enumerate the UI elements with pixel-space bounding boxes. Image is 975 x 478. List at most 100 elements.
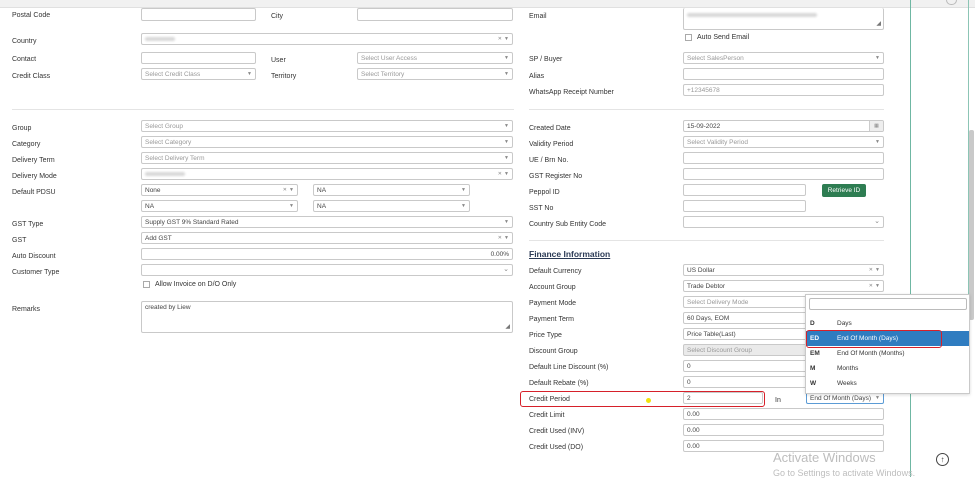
validity-period-select[interactable]: Select Validity Period ▼ [683,136,884,148]
dropdown-option-days[interactable]: D Days [806,316,969,331]
salesperson-placeholder: Select SalesPerson [687,55,744,62]
territory-placeholder: Select Territory [361,71,405,78]
resize-handle-icon[interactable]: ◢ [876,20,881,29]
option-code: M [810,365,816,372]
dropdown-search-input[interactable] [809,298,967,310]
account-group-value: Trade Debtor [687,283,726,290]
default-currency-select[interactable]: US Dollar ✕ ▼ [683,264,884,276]
retrieve-id-button[interactable]: Retrieve ID [822,184,866,197]
gst-select[interactable]: Add GST ✕ ▼ [141,232,513,244]
pdsu-select-3[interactable]: NA ▼ [141,200,298,212]
ue-brn-input[interactable] [683,152,884,164]
city-input[interactable] [357,8,513,21]
sst-no-input[interactable] [683,200,806,212]
category-select[interactable]: Select Category ▼ [141,136,513,148]
caret-down-icon: ▼ [875,267,880,273]
clear-x-icon[interactable]: ✕ [869,266,873,275]
caret-down-icon: ▼ [247,71,252,77]
gst-type-value: Supply GST 9% Standard Rated [145,219,239,226]
caret-down-icon: ▼ [875,55,880,61]
discount-group-placeholder: Select Discount Group [687,347,753,354]
option-name: Days [837,320,852,327]
delivery-term-placeholder: Select Delivery Term [145,155,205,162]
gst-label: GST [12,237,27,244]
arrow-up-circle-icon[interactable]: ↑ [936,453,949,466]
chevron-down-icon: ⌄ [503,266,509,273]
gst-value: Add GST [145,235,172,242]
gst-type-select[interactable]: Supply GST 9% Standard Rated ▼ [141,216,513,228]
caret-down-icon: ▼ [504,71,509,77]
caret-down-icon: ▼ [289,203,294,209]
clear-x-icon[interactable]: ✕ [498,170,502,179]
credit-class-select[interactable]: Select Credit Class ▼ [141,68,256,80]
chevron-down-icon: ⌄ [874,218,880,225]
caret-down-icon: ▼ [504,155,509,161]
scrollbar-thumb[interactable] [969,130,974,320]
country-sub-entity-label: Country Sub Entity Code [529,221,607,228]
allow-invoice-checkbox[interactable] [143,281,150,288]
section-divider [12,109,514,110]
caret-down-icon: ▼ [461,187,466,193]
category-label: Category [12,141,41,148]
resize-handle-icon[interactable]: ◢ [505,323,510,332]
email-textarea[interactable]: ◢ [683,8,884,30]
default-line-discount-label: Default Line Discount (%) [529,364,609,371]
credit-class-label: Credit Class [12,73,51,80]
option-code: EM [810,350,820,357]
delivery-mode-label: Delivery Mode [12,173,57,180]
email-value-blurred [687,12,817,17]
credit-period-highlight-box [520,391,765,407]
peppol-id-label: Peppol ID [529,189,560,196]
caret-down-icon: ▼ [504,139,509,145]
pdsu-select-4[interactable]: NA ▼ [313,200,470,212]
postal-code-input[interactable] [141,8,256,21]
dropdown-option-weeks[interactable]: W Weeks [806,376,969,391]
validity-period-label: Validity Period [529,141,574,148]
account-group-select[interactable]: Trade Debtor ✕ ▼ [683,280,884,292]
credit-used-do-value: 0.00 [687,443,700,450]
clear-x-icon[interactable]: ✕ [869,282,873,291]
top-bar [0,0,975,8]
customer-type-select[interactable]: ⌄ [141,264,513,276]
default-currency-value: US Dollar [687,267,715,274]
whatsapp-placeholder: +12345678 [687,87,720,94]
credit-limit-value: 0.00 [687,411,700,418]
pdsu-select-2[interactable]: NA ▼ [313,184,470,196]
delivery-mode-select[interactable]: ✕ ▼ [141,168,513,180]
clear-x-icon[interactable]: ✕ [498,234,502,243]
territory-select[interactable]: Select Territory ▼ [357,68,513,80]
country-select[interactable]: ✕ ▼ [141,33,513,45]
clear-x-icon[interactable]: ✕ [283,186,287,195]
contact-input[interactable] [141,52,256,64]
option-code: W [810,380,817,387]
alias-input[interactable] [683,68,884,80]
user-access-select[interactable]: Select User Access ▼ [357,52,513,64]
auto-send-email-checkbox[interactable] [685,34,692,41]
group-select[interactable]: Select Group ▼ [141,120,513,132]
default-rebate-label: Default Rebate (%) [529,380,589,387]
delivery-term-select[interactable]: Select Delivery Term ▼ [141,152,513,164]
whatsapp-input[interactable]: +12345678 [683,84,884,96]
created-date-input[interactable]: 15-09-2022 ▦ [683,120,884,132]
created-date-label: Created Date [529,125,571,132]
dropdown-option-end-of-month-months[interactable]: EM End Of Month (Months) [806,346,969,361]
option-code: D [810,320,815,327]
credit-period-unit-value: End Of Month (Days) [810,395,872,402]
salesperson-select[interactable]: Select SalesPerson ▼ [683,52,884,64]
caret-down-icon: ▼ [504,36,509,42]
pdsu-select-1[interactable]: None ✕ ▼ [141,184,298,196]
calendar-icon[interactable]: ▦ [869,121,883,131]
credit-used-inv-label: Credit Used (INV) [529,428,585,435]
remarks-textarea[interactable]: created by Liew ◢ [141,301,513,333]
sst-no-label: SST No [529,205,554,212]
country-sub-entity-select[interactable]: ⌄ [683,216,884,228]
peppol-id-input[interactable] [683,184,806,196]
credit-limit-input[interactable]: 0.00 [683,408,884,420]
credit-used-inv-input[interactable]: 0.00 [683,424,884,436]
clear-x-icon[interactable]: ✕ [498,35,502,44]
auto-discount-input[interactable]: 0.00% [141,248,513,260]
ue-brn-label: UE / Brn No. [529,157,569,164]
auto-send-email-label: Auto Send Email [697,34,750,41]
gst-register-input[interactable] [683,168,884,180]
dropdown-option-months[interactable]: M Months [806,361,969,376]
